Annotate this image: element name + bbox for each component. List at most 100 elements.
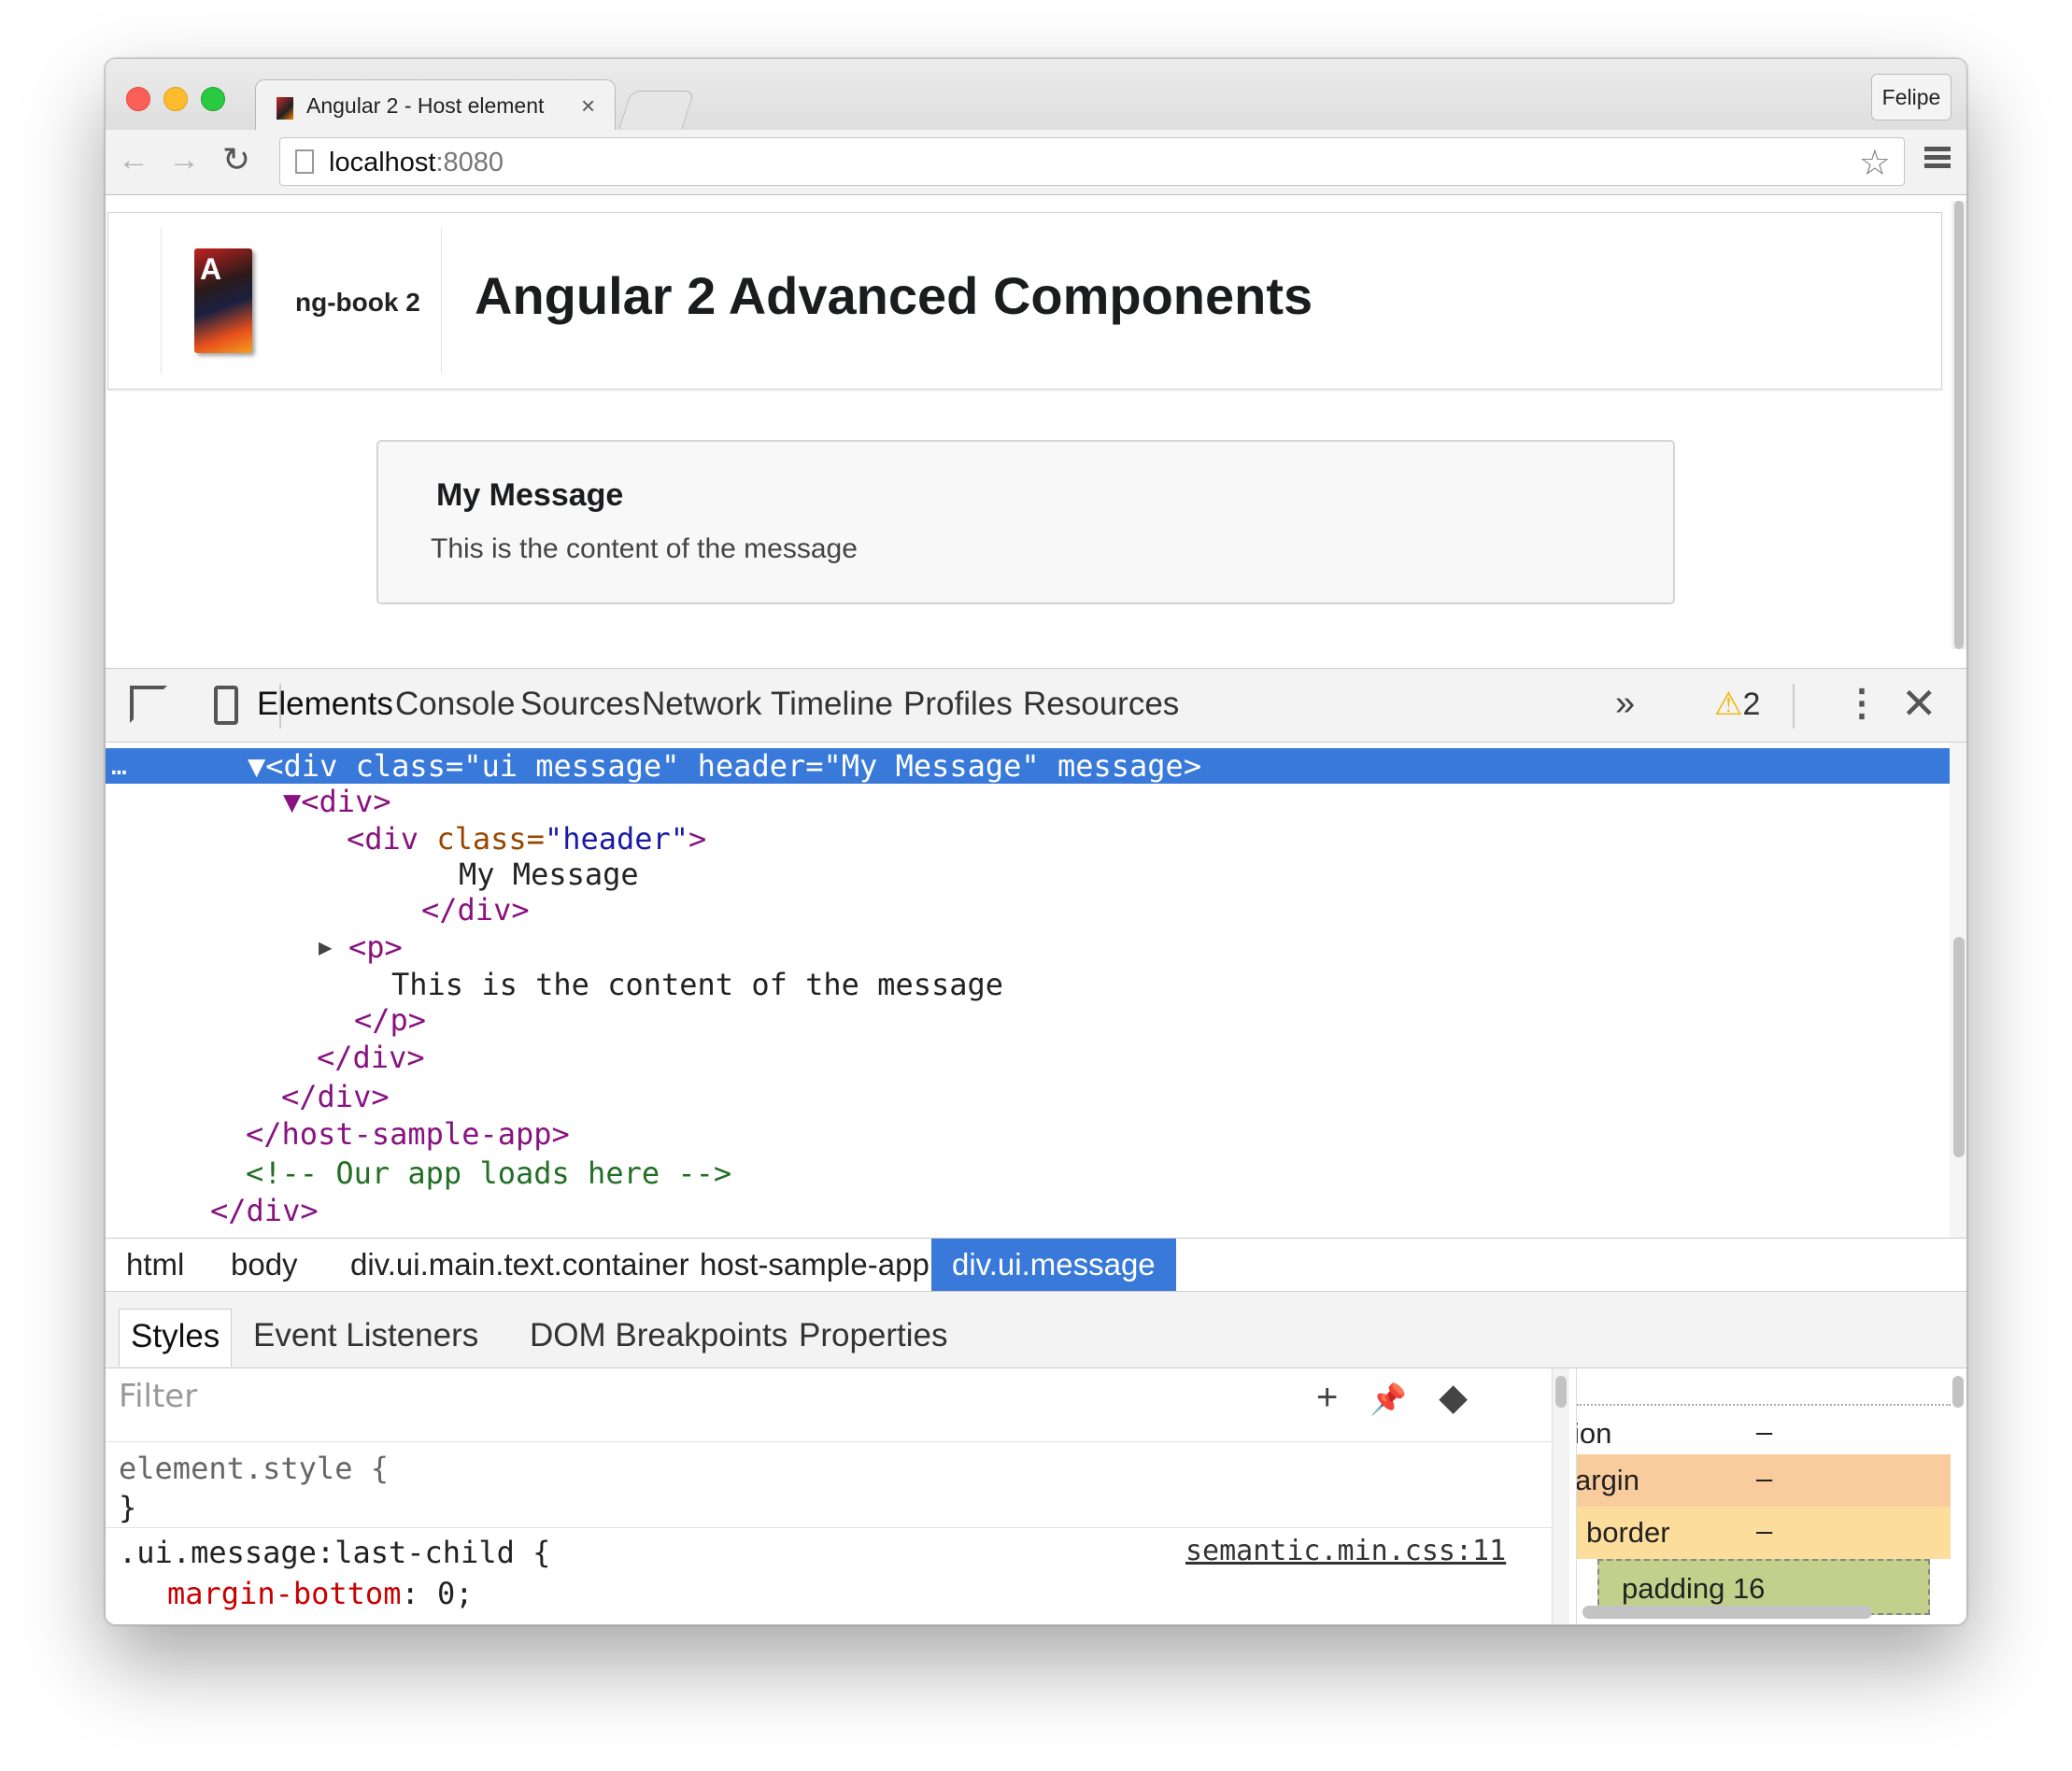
border-value[interactable]: –: [1756, 1514, 1772, 1548]
tag-close: </p>: [354, 1002, 427, 1038]
attr-name: message: [1039, 748, 1184, 784]
pin-icon[interactable]: 📌: [1370, 1382, 1407, 1416]
browser-toolbar: ← → ↻ localhost:8080 ☆: [106, 130, 1966, 195]
tab-timeline[interactable]: Timeline: [771, 686, 893, 723]
tag-close: </host-sample-app>: [246, 1116, 570, 1152]
tree-row[interactable]: </div>: [106, 1079, 1951, 1114]
tab-styles[interactable]: Styles: [119, 1309, 233, 1367]
tree-row[interactable]: ▼<div>: [106, 784, 1951, 819]
inspect-element-icon[interactable]: [130, 686, 167, 723]
page-viewport: A ng-book 2 Angular 2 Advanced Component…: [106, 195, 1966, 668]
tree-row[interactable]: <!-- Our app loads here -->: [106, 1155, 1951, 1191]
devtools-close-icon[interactable]: ✕: [1901, 678, 1937, 729]
bookmark-star-icon[interactable]: ☆: [1859, 142, 1891, 184]
tab-properties[interactable]: Properties: [788, 1309, 959, 1367]
css-declaration[interactable]: margin-bottom: 0;: [167, 1576, 474, 1611]
sidebar-tabs: Styles Event Listeners DOM Breakpoints P…: [106, 1292, 1966, 1368]
text-node: This is the content of the message: [391, 967, 1004, 1002]
tree-row[interactable]: ▶ <p>: [106, 929, 1951, 965]
toggle-state-icon[interactable]: ◆: [1439, 1377, 1468, 1418]
tree-row[interactable]: This is the content of the message: [106, 967, 1951, 1002]
tab-close-icon[interactable]: ×: [581, 92, 595, 120]
tree-row[interactable]: My Message: [106, 857, 1951, 892]
rule-source-link[interactable]: semantic.min.css:11: [1185, 1535, 1506, 1567]
reload-icon[interactable]: ↻: [216, 139, 257, 180]
tab-elements[interactable]: Elements: [257, 686, 393, 723]
breadcrumb-ui-message[interactable]: div.ui.message: [931, 1239, 1176, 1291]
styles-pane: Filter + 📌 ◆ element.style { } .ui.message…: [106, 1368, 1569, 1624]
close-window-button[interactable]: [126, 87, 150, 111]
tab-network[interactable]: Network: [642, 686, 761, 723]
tree-row[interactable]: </div>: [106, 892, 1951, 928]
book-logo[interactable]: A: [194, 248, 252, 353]
tree-row-selected[interactable]: … ▼<div class="ui message" header="My Mes…: [106, 748, 1951, 784]
tree-row[interactable]: </host-sample-app>: [106, 1116, 1951, 1152]
expand-arrow-icon[interactable]: ▶: [319, 929, 332, 965]
more-ellipsis-icon[interactable]: …: [111, 748, 127, 784]
brand-name[interactable]: ng-book 2: [295, 288, 420, 318]
breadcrumb-container[interactable]: div.ui.main.text.container: [330, 1239, 710, 1291]
styles-scrollbar[interactable]: [1552, 1368, 1569, 1624]
address-bar[interactable]: localhost:8080 ☆: [279, 137, 1905, 186]
elements-scrollbar[interactable]: [1950, 743, 1966, 1238]
message-header: My Message: [436, 477, 624, 513]
tree-row[interactable]: </div>: [106, 1040, 1951, 1075]
tag-open: <p>: [348, 929, 403, 965]
page-scrollbar-thumb[interactable]: [1954, 201, 1964, 649]
text-node: My Message: [459, 857, 639, 892]
tag-open: ▼<div>: [283, 784, 391, 819]
add-rule-icon[interactable]: +: [1316, 1377, 1338, 1418]
breadcrumb-host-sample-app[interactable]: host-sample-app: [679, 1239, 950, 1291]
tree-row[interactable]: </p>: [106, 1002, 1951, 1038]
box-model-hscrollbar[interactable]: [1582, 1606, 1872, 1619]
message-content: This is the content of the message: [431, 533, 858, 564]
tag-close: >: [1183, 748, 1202, 784]
breadcrumb-html[interactable]: html: [106, 1239, 205, 1291]
border-label: border: [1586, 1516, 1670, 1549]
divider: [161, 228, 162, 374]
styles-scrollbar-thumb[interactable]: [1555, 1376, 1567, 1408]
profile-button[interactable]: Felipe: [1871, 74, 1951, 120]
devtools-panel: Elements Console Sources Network Timelin…: [106, 668, 1966, 1624]
device-mode-icon[interactable]: [214, 686, 238, 725]
back-arrow-icon[interactable]: ←: [113, 139, 154, 180]
tab-event-listeners[interactable]: Event Listeners: [242, 1309, 490, 1367]
box-model-position: ion –: [1577, 1408, 1951, 1460]
styles-filter-input[interactable]: Filter: [119, 1378, 197, 1415]
padding-label[interactable]: padding 16: [1622, 1572, 1765, 1606]
title-bar: Angular 2 - Host element × Felipe: [106, 59, 1966, 132]
attr-name: class=: [355, 748, 464, 784]
forward-arrow-icon[interactable]: →: [163, 139, 205, 180]
tab-sources[interactable]: Sources: [520, 686, 640, 723]
tab-profiles[interactable]: Profiles: [903, 686, 1013, 723]
tree-row[interactable]: </div>: [106, 1193, 1951, 1228]
tree-row[interactable]: <div class="header">: [106, 821, 1951, 857]
tag-close: </div>: [281, 1079, 390, 1114]
hamburger-menu-icon[interactable]: [1922, 143, 1953, 175]
attr-name: header=: [679, 748, 824, 784]
box-model-vscrollbar[interactable]: [1952, 1376, 1964, 1408]
page-scrollbar[interactable]: [1951, 201, 1966, 649]
tab-dom-breakpoints[interactable]: DOM Breakpoints: [518, 1309, 799, 1367]
box-model: ion – argin – border – padding 16: [1576, 1368, 1966, 1624]
elements-scrollbar-thumb[interactable]: [1953, 937, 1965, 1157]
new-tab-button[interactable]: [618, 91, 695, 129]
browser-tab[interactable]: Angular 2 - Host element ×: [255, 79, 616, 132]
zoom-window-button[interactable]: [201, 87, 225, 111]
tab-console[interactable]: Console: [395, 686, 515, 723]
css-property: margin-bottom: [167, 1576, 402, 1611]
warning-count: 2: [1742, 687, 1761, 722]
tag-open: ▼<div: [248, 748, 356, 784]
devtools-menu-icon[interactable]: ⋮: [1843, 682, 1880, 725]
breadcrumb-body[interactable]: body: [210, 1239, 319, 1291]
warnings-indicator[interactable]: ⚠2: [1714, 686, 1760, 723]
site-header: A ng-book 2 Angular 2 Advanced Component…: [107, 212, 1942, 390]
tag-close: </div>: [317, 1040, 425, 1075]
margin-value[interactable]: –: [1756, 1462, 1772, 1495]
more-tabs-icon[interactable]: »: [1615, 684, 1635, 724]
tab-resources[interactable]: Resources: [1023, 686, 1179, 723]
minimize-window-button[interactable]: [163, 87, 188, 111]
rule-selector[interactable]: .ui.message:last-child {: [119, 1535, 550, 1570]
position-value[interactable]: –: [1756, 1415, 1772, 1449]
element-style-selector[interactable]: element.style {: [119, 1451, 389, 1486]
